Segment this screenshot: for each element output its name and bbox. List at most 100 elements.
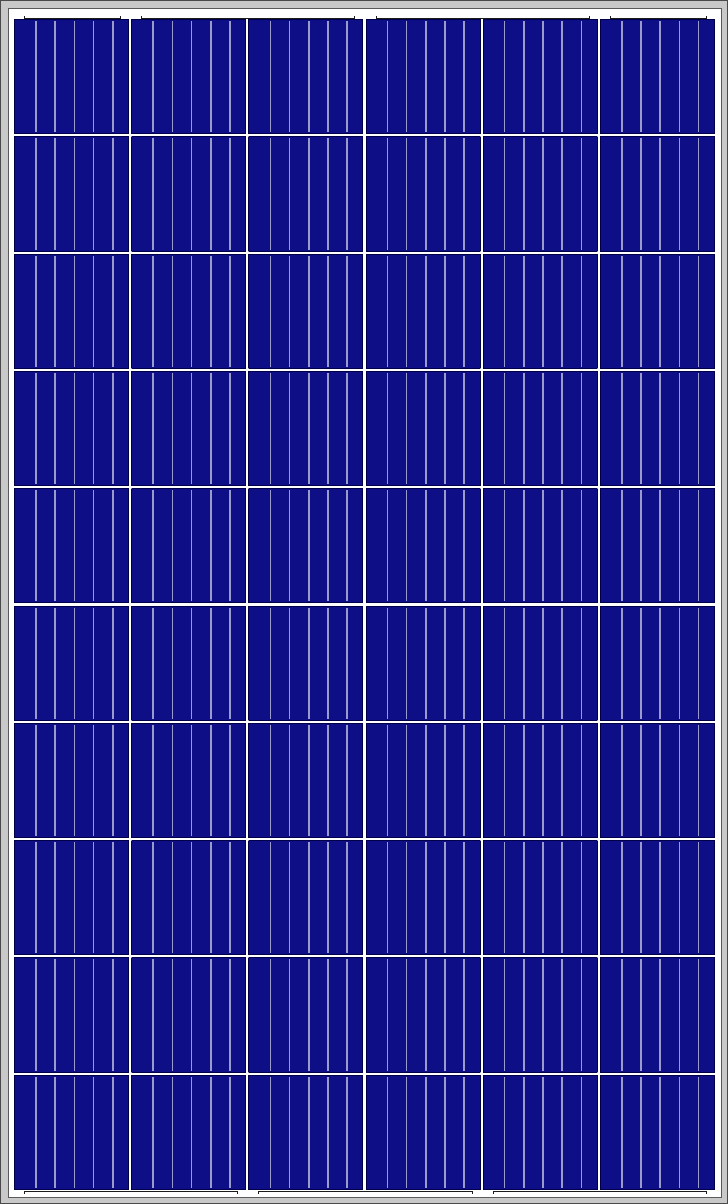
solar-cell	[131, 370, 247, 487]
cell-busbar-line	[463, 372, 466, 485]
cell-busbar-line	[542, 255, 544, 367]
cell-busbar-line	[444, 490, 446, 602]
cell-busbar-line	[73, 1076, 76, 1188]
cell-busbar-line	[580, 21, 583, 133]
solar-cell	[365, 722, 481, 839]
solar-cell	[365, 136, 481, 252]
cell-busbar-line	[171, 842, 174, 954]
solar-cell	[599, 840, 715, 956]
cell-busbar-line	[444, 607, 446, 719]
solar-cell	[14, 488, 130, 604]
cell-busbar-line	[92, 1076, 95, 1188]
string-ribbon-top	[609, 16, 707, 19]
solar-cell	[599, 957, 715, 1073]
cell-busbar-line	[444, 724, 446, 837]
cell-busbar-line	[405, 138, 408, 250]
cell-busbar-line	[503, 1076, 506, 1188]
cell-busbar-line	[523, 372, 525, 485]
interconnect-dot	[245, 954, 249, 958]
cell-busbar-line	[209, 490, 212, 602]
cell-busbar-line	[307, 607, 310, 719]
cell-busbar-line	[542, 842, 544, 954]
cell-busbar-line	[425, 372, 427, 485]
cell-busbar-line	[659, 255, 661, 367]
cell-busbar-line	[92, 372, 95, 485]
cell-busbar-line	[346, 490, 348, 602]
solar-cell-grid	[14, 16, 715, 1194]
solar-cell	[365, 253, 481, 369]
cell-busbar-line	[190, 372, 193, 485]
cell-busbar-line	[386, 255, 389, 367]
cell-busbar-line	[171, 490, 174, 602]
cell-busbar-line	[542, 490, 544, 602]
cell-busbar-line	[463, 959, 466, 1071]
cell-busbar-line	[621, 372, 623, 485]
cell-busbar-line	[580, 138, 583, 250]
cell-busbar-line	[92, 490, 95, 602]
cell-busbar-line	[444, 842, 446, 954]
cell-busbar-line	[327, 490, 329, 602]
cell-busbar-line	[523, 607, 525, 719]
solar-cell	[248, 605, 364, 721]
solar-cell	[248, 488, 364, 604]
interconnect-dot	[363, 133, 366, 137]
cell-busbar-line	[678, 255, 681, 367]
solar-cell	[248, 370, 364, 487]
interconnect-dot	[245, 485, 249, 489]
solar-cell	[248, 136, 364, 252]
interconnect-dot	[480, 837, 484, 841]
cell-busbar-line	[288, 959, 291, 1071]
cell-busbar-line	[561, 255, 564, 367]
cell-busbar-line	[697, 490, 700, 602]
cell-busbar-line	[386, 1076, 389, 1188]
cell-busbar-line	[444, 255, 446, 367]
cell-busbar-line	[561, 959, 564, 1071]
cell-busbar-line	[111, 490, 114, 602]
cell-busbar-line	[209, 724, 212, 837]
cell-busbar-line	[386, 724, 389, 837]
cell-busbar-line	[621, 255, 623, 367]
cell-busbar-line	[269, 607, 272, 719]
cell-busbar-line	[678, 138, 681, 250]
cell-busbar-line	[386, 959, 389, 1071]
cell-busbar-line	[640, 490, 642, 602]
cell-busbar-line	[288, 21, 291, 133]
cell-busbar-line	[561, 607, 564, 719]
interconnect-dot	[128, 1072, 132, 1076]
cell-busbar-line	[327, 959, 329, 1071]
cell-busbar-line	[561, 138, 564, 250]
solar-cell	[14, 957, 130, 1073]
solar-cell	[248, 840, 364, 956]
cell-busbar-line	[229, 21, 231, 133]
cell-busbar-line	[463, 138, 466, 250]
cell-busbar-line	[659, 607, 661, 719]
cell-busbar-line	[405, 1076, 408, 1188]
cell-busbar-line	[171, 138, 174, 250]
cell-busbar-line	[111, 959, 114, 1071]
cell-busbar-line	[209, 1076, 212, 1188]
solar-cell	[248, 957, 364, 1073]
cell-busbar-line	[269, 959, 272, 1071]
solar-cell	[482, 136, 598, 252]
cell-busbar-line	[386, 607, 389, 719]
cell-busbar-line	[54, 607, 56, 719]
cell-busbar-line	[209, 138, 212, 250]
cell-busbar-line	[346, 1076, 348, 1188]
cell-busbar-line	[425, 959, 427, 1071]
cell-busbar-line	[542, 959, 544, 1071]
cell-busbar-line	[92, 255, 95, 367]
cell-busbar-line	[697, 21, 700, 133]
cell-busbar-line	[425, 1076, 427, 1188]
solar-cell	[482, 957, 598, 1073]
cell-busbar-line	[111, 724, 114, 837]
cell-busbar-line	[580, 607, 583, 719]
solar-cell	[599, 722, 715, 839]
string-ribbon-bottom	[258, 1191, 473, 1194]
solar-cell	[131, 488, 247, 604]
cell-busbar-line	[111, 372, 114, 485]
cell-busbar-line	[640, 724, 642, 837]
cell-busbar-line	[561, 372, 564, 485]
cell-busbar-line	[73, 490, 76, 602]
cell-busbar-line	[386, 138, 389, 250]
solar-cell	[482, 19, 598, 135]
